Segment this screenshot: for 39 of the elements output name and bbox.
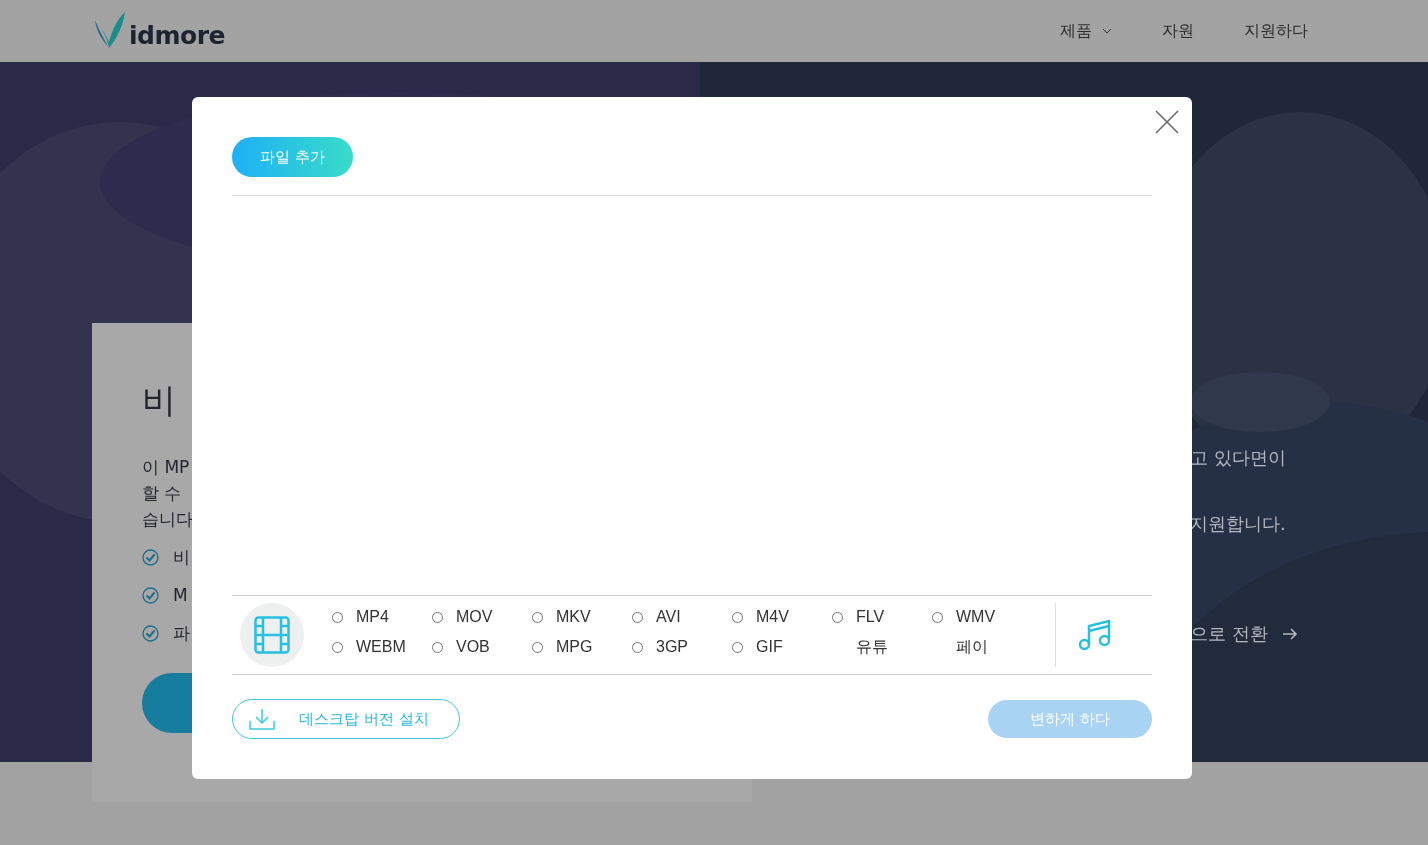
card-text: 습니다 xyxy=(142,508,194,531)
format-option[interactable]: FLV xyxy=(832,608,932,626)
arrow-right-icon xyxy=(1281,628,1298,640)
nav-link[interactable]: 지원하다 xyxy=(1244,20,1308,42)
card-title: 비 xyxy=(142,379,177,422)
format-option[interactable]: WEBM xyxy=(332,638,432,656)
check-icon xyxy=(142,624,159,642)
check-icon xyxy=(142,586,159,604)
music-icon[interactable] xyxy=(1078,619,1112,651)
format-option[interactable]: VOB xyxy=(432,638,532,656)
format-option[interactable]: MKV xyxy=(532,608,632,626)
format-option[interactable]: M4V xyxy=(732,608,832,626)
caret-icon xyxy=(1102,28,1112,34)
format-option[interactable]: MOV xyxy=(432,608,532,626)
format-option[interactable]: AVI xyxy=(632,608,732,626)
hero-text: 고 있다면이 xyxy=(1190,446,1287,470)
format-label: 페이 xyxy=(956,636,988,657)
nav-link[interactable]: 제품 xyxy=(1060,20,1112,42)
action-button[interactable] xyxy=(142,673,192,733)
card-text: 할 수 xyxy=(142,482,183,505)
format-option[interactable]: GIF xyxy=(732,638,832,656)
close-icon[interactable] xyxy=(1155,110,1179,134)
logo-icon xyxy=(93,12,127,50)
format-option[interactable]: MP4 xyxy=(332,608,432,626)
switch-link[interactable]: 으로 전환 xyxy=(1190,622,1268,646)
feature-text: 비 xyxy=(173,545,190,569)
format-option[interactable]: 3GP xyxy=(632,638,732,656)
logo-text[interactable]: idmore xyxy=(129,21,225,50)
format-option[interactable]: WMV xyxy=(932,608,1032,626)
feature-text: 파 xyxy=(173,621,190,645)
feature-text: M xyxy=(173,585,188,605)
card-text: 이 MP xyxy=(142,456,191,479)
nav-link[interactable]: 자원 xyxy=(1162,20,1194,42)
film-icon xyxy=(254,616,290,654)
hero-text: 지원합니다. xyxy=(1190,512,1287,536)
check-icon xyxy=(142,548,159,566)
download-icon xyxy=(249,708,275,730)
format-option[interactable]: MPG xyxy=(532,638,632,656)
format-label: 유튜 xyxy=(856,636,888,657)
